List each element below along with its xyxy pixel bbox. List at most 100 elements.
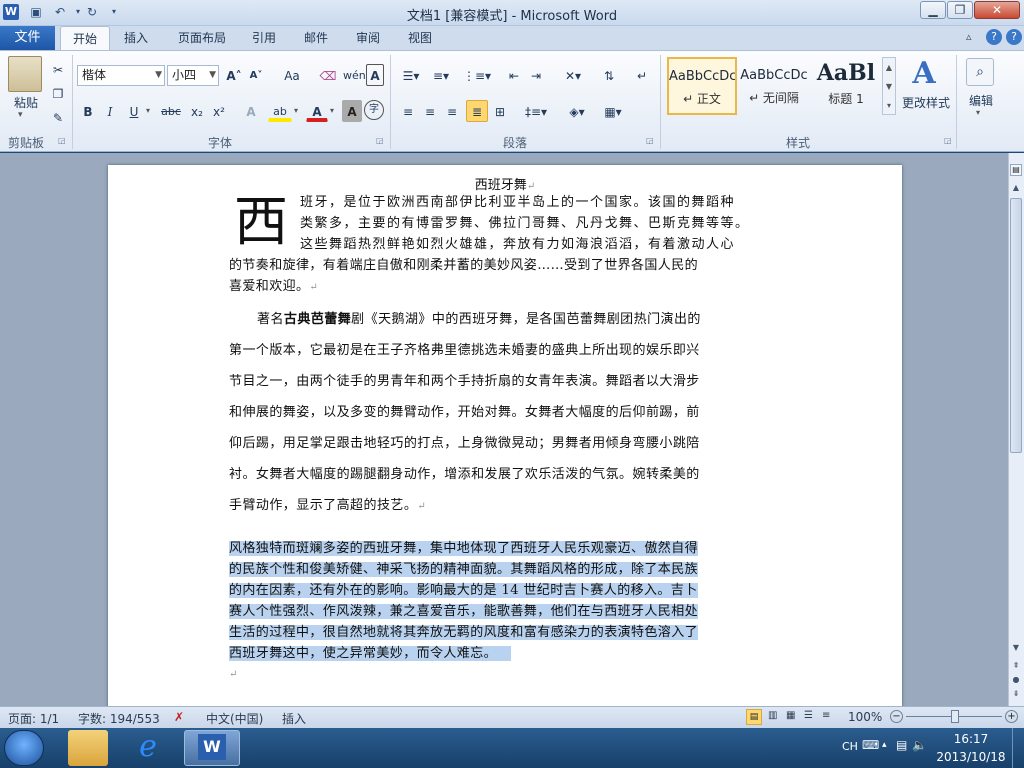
subscript-button[interactable]: x₂ <box>186 100 208 122</box>
minimize-ribbon-icon[interactable]: ▵ <box>966 30 972 43</box>
web-layout-view-icon[interactable]: ▦ <box>786 710 795 721</box>
zoom-in-icon[interactable]: + <box>1005 710 1018 723</box>
italic-button[interactable]: I <box>100 100 120 122</box>
show-desktop-button[interactable] <box>1012 728 1024 768</box>
ruler-toggle-icon[interactable]: ▤ <box>1010 164 1022 176</box>
change-styles-icon[interactable]: A <box>904 56 944 92</box>
char-border-button[interactable]: A <box>366 64 384 86</box>
tab-insert[interactable]: 插入 <box>116 26 156 50</box>
scroll-down-icon[interactable]: ▼ <box>1010 642 1022 654</box>
borders-button[interactable]: ▦▾ <box>598 100 628 122</box>
next-page-icon[interactable]: ⇟ <box>1010 688 1022 700</box>
multilevel-list-button[interactable]: ⋮≡▾ <box>462 64 491 86</box>
grow-font-button[interactable]: A˄ <box>224 64 244 86</box>
clear-format-icon[interactable]: ⌫ <box>318 64 338 86</box>
scroll-up-icon[interactable]: ▲ <box>1010 182 1022 194</box>
help-icon-2[interactable]: ? <box>1006 29 1022 45</box>
strikethrough-button[interactable]: abc <box>158 100 184 122</box>
change-case-button[interactable]: Aa <box>278 64 306 86</box>
increase-indent-button[interactable]: ⇥ <box>526 64 546 86</box>
superscript-button[interactable]: x² <box>208 100 230 122</box>
shrink-font-button[interactable]: A˅ <box>246 64 266 86</box>
highlight-dropdown-icon[interactable]: ▾ <box>294 106 298 115</box>
clock-date[interactable]: 2013/10/18 <box>936 750 1006 764</box>
binoculars-icon[interactable]: ⌕ <box>966 58 994 86</box>
shading-button[interactable]: ◈▾ <box>562 100 592 122</box>
format-painter-icon[interactable]: ✎ <box>48 106 68 128</box>
highlight-button[interactable]: ab <box>268 100 292 122</box>
chinese-layout-button[interactable]: ✕▾ <box>558 64 588 86</box>
zoom-out-icon[interactable]: − <box>890 710 903 723</box>
tab-page-layout[interactable]: 页面布局 <box>170 26 234 50</box>
page-count[interactable]: 页面: 1/1 <box>8 710 59 727</box>
language-indicator[interactable]: 中文(中国) <box>206 710 263 727</box>
draft-view-icon[interactable]: ≡ <box>822 710 830 721</box>
zoom-level[interactable]: 100% <box>848 710 882 724</box>
browse-object-icon[interactable]: ● <box>1010 674 1022 686</box>
zoom-slider-handle[interactable] <box>951 710 959 723</box>
editing-dropdown-icon[interactable]: ▾ <box>976 108 980 117</box>
insert-mode[interactable]: 插入 <box>282 710 306 727</box>
tray-expand-icon[interactable]: ▴ <box>882 740 887 750</box>
tab-file[interactable]: 文件 <box>0 26 55 50</box>
start-button-icon[interactable] <box>4 730 44 766</box>
bold-button[interactable]: B <box>78 100 98 122</box>
align-left-button[interactable]: ≡ <box>398 100 418 122</box>
distributed-button[interactable]: ⊞ <box>490 100 510 122</box>
tab-home[interactable]: 开始 <box>60 26 110 50</box>
tab-mailings[interactable]: 邮件 <box>296 26 336 50</box>
style-heading-1[interactable]: AaBl 标题 1 <box>811 57 881 115</box>
keyboard-icon[interactable]: ⌨ <box>862 738 879 752</box>
underline-button[interactable]: U <box>124 100 144 122</box>
network-icon[interactable]: ▤ <box>896 738 907 752</box>
font-size-combo[interactable]: 小四 ▼ <box>167 65 219 86</box>
align-center-button[interactable]: ≡ <box>420 100 440 122</box>
scroll-thumb[interactable] <box>1010 198 1022 453</box>
outline-view-icon[interactable]: ☰ <box>804 710 813 721</box>
tab-view[interactable]: 视图 <box>400 26 440 50</box>
bullets-button[interactable]: ☰▾ <box>398 64 424 86</box>
decrease-indent-button[interactable]: ⇤ <box>504 64 524 86</box>
close-button[interactable]: ✕ <box>974 1 1020 19</box>
font-color-dropdown-icon[interactable]: ▾ <box>330 106 334 115</box>
show-marks-button[interactable]: ↵ <box>632 64 652 86</box>
restore-button[interactable]: ❐ <box>947 1 973 19</box>
enclose-chars-button[interactable]: 字 <box>364 100 384 120</box>
text-effects-button[interactable]: A <box>240 100 262 122</box>
style-normal[interactable]: AaBbCcDc ↵ 正文 <box>667 57 737 115</box>
line-spacing-button[interactable]: ‡≡▾ <box>522 100 550 122</box>
copy-icon[interactable]: ❐ <box>48 82 68 104</box>
styles-launcher-icon[interactable]: ◲ <box>944 136 952 145</box>
drop-cap[interactable]: 西 <box>234 192 288 252</box>
align-right-button[interactable]: ≡ <box>442 100 462 122</box>
clock-time[interactable]: 16:17 <box>936 732 1006 746</box>
numbering-button[interactable]: ≡▾ <box>428 64 454 86</box>
internet-explorer-icon[interactable]: e <box>128 730 168 766</box>
help-icon[interactable]: ? <box>986 29 1002 45</box>
style-no-spacing[interactable]: AaBbCcDc ↵ 无间隔 <box>739 57 809 115</box>
word-count[interactable]: 字数: 194/553 <box>78 710 160 727</box>
minimize-button[interactable]: ▁ <box>920 1 946 19</box>
font-name-combo[interactable]: 楷体 ▼ <box>77 65 165 86</box>
paragraph-2[interactable]: 著名古典芭蕾舞剧《天鹅湖》中的西班牙舞，是各国芭蕾舞剧团热门演出的 第一个版本，… <box>229 304 785 522</box>
styles-scroll[interactable]: ▲ ▼ ▾ <box>882 57 896 115</box>
sort-button[interactable]: ⇅ <box>598 64 620 86</box>
clipboard-launcher-icon[interactable]: ◲ <box>58 136 66 145</box>
paragraph-launcher-icon[interactable]: ◲ <box>646 136 654 145</box>
paste-button[interactable]: 粘贴 <box>6 94 46 111</box>
print-layout-view-icon[interactable]: ▤ <box>746 709 762 725</box>
file-explorer-icon[interactable] <box>68 730 108 766</box>
document-title[interactable]: 西班牙舞↵ <box>108 174 902 193</box>
full-screen-view-icon[interactable]: ▥ <box>768 710 777 721</box>
cut-icon[interactable]: ✂ <box>48 58 68 80</box>
tab-references[interactable]: 引用 <box>244 26 284 50</box>
paste-icon[interactable] <box>8 56 42 92</box>
paragraph-3-selected[interactable]: 风格独特而斑斓多姿的西班牙舞，集中地体现了西班牙人民乐观豪迈、傲然自得 的民族个… <box>229 538 785 685</box>
paragraph-1-cont[interactable]: 的节奏和旋律，有着端庄自傲和刚柔并蓄的美妙风姿……受到了世界各国人民的 喜爱和欢… <box>229 255 785 298</box>
volume-icon[interactable]: 🔈 <box>912 738 927 752</box>
char-shading-button[interactable]: A <box>342 100 362 122</box>
phonetic-guide-icon[interactable]: wén <box>342 64 366 86</box>
editing-button[interactable]: 编辑 <box>962 92 1000 109</box>
previous-page-icon[interactable]: ⇞ <box>1010 660 1022 672</box>
paste-dropdown-icon[interactable]: ▾ <box>18 110 23 120</box>
